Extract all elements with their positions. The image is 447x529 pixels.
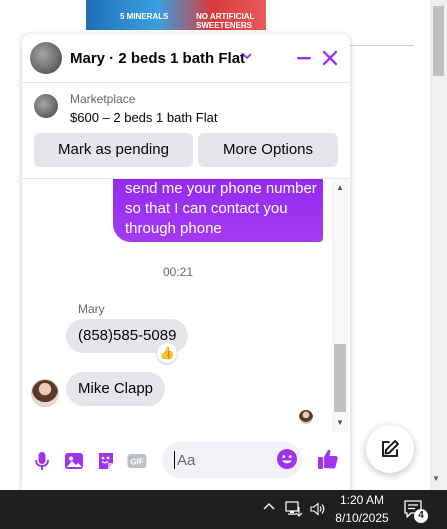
message-thread: send me your phone number so that I can … — [22, 179, 350, 432]
network-icon[interactable] — [285, 501, 303, 517]
sender-name: Mary — [78, 302, 105, 316]
page-scrollbar-thumb[interactable] — [433, 6, 444, 76]
compose-icon — [382, 440, 399, 457]
chevron-down-icon[interactable] — [240, 49, 254, 63]
ad-chip-minerals: 5 MINERALS — [120, 12, 169, 21]
text-cursor — [174, 451, 175, 469]
message-input-placeholder: Aa — [177, 452, 196, 469]
page-scroll-down-arrow[interactable]: ▼ — [432, 474, 440, 483]
volume-icon[interactable] — [309, 501, 327, 517]
thumbs-up-reaction[interactable]: 👍 — [157, 343, 177, 363]
messages-scroll-down-arrow[interactable]: ▼ — [336, 418, 344, 427]
outgoing-message-text: send me your phone number so that I can … — [125, 180, 317, 237]
message-input[interactable]: Aa — [162, 442, 302, 478]
page-divider — [350, 45, 414, 46]
chat-window: Mary · 2 beds 1 bath Flat Marketplace $6… — [22, 34, 350, 490]
clock-date[interactable]: 8/10/2025 — [330, 511, 394, 525]
minimize-icon[interactable] — [294, 48, 314, 68]
image-icon[interactable] — [63, 450, 85, 472]
ad-chip-sweeteners: NO ARTIFICIAL SWEETENERS — [196, 12, 255, 30]
listing-title[interactable]: $600 – 2 beds 1 bath Flat — [70, 110, 217, 125]
listing-source: Marketplace — [70, 92, 136, 106]
gif-icon[interactable]: GIF — [126, 450, 148, 472]
close-icon[interactable] — [320, 48, 340, 68]
microphone-icon[interactable] — [31, 450, 53, 472]
sticker-icon[interactable] — [95, 450, 117, 472]
conversation-avatar[interactable] — [30, 42, 62, 74]
read-receipt-avatar — [299, 410, 313, 424]
sender-avatar[interactable] — [31, 379, 59, 407]
chat-header: Mary · 2 beds 1 bath Flat — [22, 34, 350, 83]
ad-banner[interactable]: 5 MINERALS NO ARTIFICIAL SWEETENERS — [86, 0, 266, 30]
incoming-message-name[interactable]: Mike Clapp — [66, 372, 166, 406]
more-options-button[interactable]: More Options — [198, 133, 338, 167]
thumbs-up-icon[interactable] — [316, 447, 340, 471]
listing-thumbnail[interactable] — [34, 94, 58, 118]
messages-scrollbar-thumb[interactable] — [334, 344, 346, 412]
notification-count-badge: 4 — [414, 509, 428, 523]
messages-scroll-up-arrow[interactable]: ▲ — [336, 183, 344, 192]
message-timestamp: 00:21 — [162, 265, 194, 279]
emoji-icon[interactable] — [276, 448, 298, 470]
windows-taskbar: 1:20 AM 8/10/2025 4 — [0, 490, 447, 529]
message-composer: GIF Aa — [22, 438, 350, 482]
marketplace-listing: Marketplace $600 – 2 beds 1 bath Flat Ma… — [22, 82, 350, 179]
clock-time[interactable]: 1:20 AM — [330, 493, 394, 507]
new-message-button[interactable] — [366, 425, 414, 473]
conversation-title[interactable]: Mary · 2 beds 1 bath Flat — [70, 50, 245, 67]
mark-as-pending-button[interactable]: Mark as pending — [34, 133, 193, 167]
svg-text:GIF: GIF — [130, 458, 143, 467]
chevron-up-icon[interactable] — [262, 500, 276, 514]
